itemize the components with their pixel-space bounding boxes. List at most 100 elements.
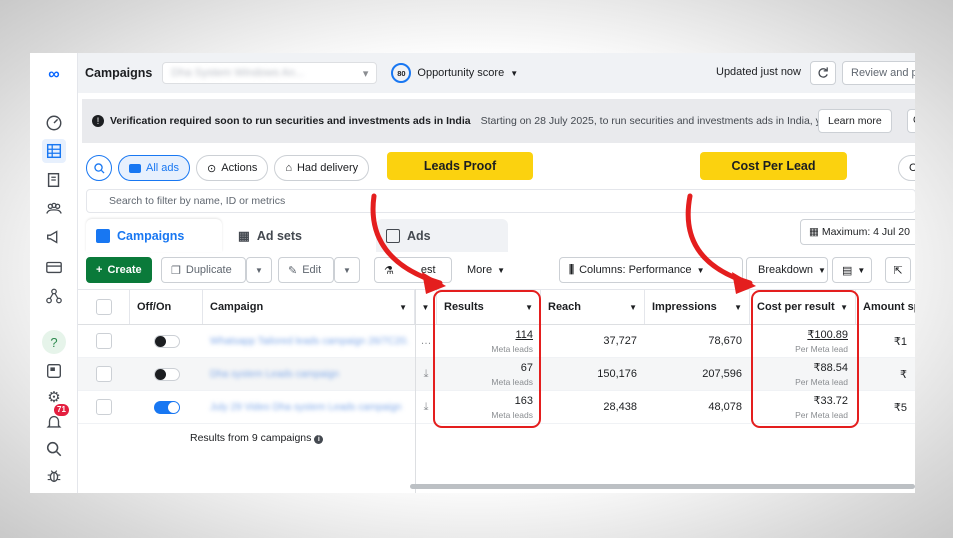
duplicate-dropdown[interactable]: ▼ [246, 257, 272, 283]
edit-label: Edit [302, 264, 322, 276]
impressions-cell: 207,596 [645, 358, 750, 390]
campaign-name-link[interactable]: Whatsapp Tailored leads campaign 26/7C20… [210, 336, 408, 347]
impressions-cell: 48,078 [645, 391, 750, 423]
off-on-header-label: Off/On [137, 301, 172, 313]
filter-overflow-button[interactable]: C [898, 155, 915, 181]
report-icon: ▤ [842, 264, 853, 277]
chevron-down-icon: ▼ [399, 302, 407, 312]
opportunity-score-label: Opportunity score [417, 67, 505, 79]
banner-extra-button[interactable]: C [907, 109, 915, 133]
horizontal-scrollbar[interactable] [410, 484, 915, 489]
tab-ad-sets-label: Ad sets [256, 228, 302, 243]
row-toggle-cell [130, 358, 203, 390]
select-all-cell [78, 290, 130, 324]
chevron-down-icon: ▼ [734, 302, 742, 312]
export-icon: ⇱ [893, 264, 903, 277]
search-input[interactable]: Search to filter by name, ID or metrics [86, 189, 915, 213]
table-footer: Results from 9 campaigns i [190, 432, 324, 444]
reports-dropdown[interactable]: ▤ ▼ [832, 257, 872, 283]
meta-logo-icon[interactable]: ∞ [42, 63, 66, 87]
notification-count-badge: 71 [54, 404, 69, 416]
reach-header[interactable]: Reach ▼ [541, 290, 645, 324]
leads-proof-arrow-icon [370, 193, 446, 294]
amount-spent-cell: ₹ [856, 358, 915, 390]
calendar-icon: ▦ [809, 226, 822, 238]
reach-header-label: Reach [548, 301, 582, 313]
create-label: Create [107, 264, 142, 276]
reach-value: 28,438 [603, 401, 637, 413]
row-checkbox[interactable] [96, 399, 112, 415]
audiences-icon[interactable] [42, 197, 66, 221]
had-delivery-filter[interactable]: ⌂ Had delivery [274, 155, 370, 181]
row-checkbox[interactable] [96, 366, 112, 382]
account-selector[interactable]: Dha System Windows An... ▾ [162, 62, 378, 84]
amount-spent-header-label: Amount spe [863, 301, 915, 313]
actions-filter[interactable]: ⊙ Actions [196, 155, 269, 181]
opportunity-score[interactable]: 80 Opportunity score ▼ [391, 63, 518, 83]
edit-button[interactable]: ✎ Edit [278, 257, 334, 283]
cost-per-lead-arrow-icon [685, 193, 756, 294]
all-ads-filter[interactable]: All ads [118, 155, 191, 181]
select-all-checkbox[interactable] [95, 299, 112, 315]
more-button[interactable]: More ▼ [458, 257, 514, 283]
folder-icon [129, 163, 141, 173]
edit-dropdown[interactable]: ▼ [334, 257, 360, 283]
amount-spent-value: ₹1 [893, 335, 907, 348]
tab-campaigns[interactable]: Campaigns [86, 219, 222, 252]
pencil-icon: ✎ [288, 264, 298, 277]
search-filter-button[interactable] [86, 155, 112, 181]
banner-title: Verification required soon to run securi… [110, 115, 471, 127]
campaign-name-link[interactable]: Dha system Leads campaign [210, 369, 339, 380]
dashboard-icon[interactable] [42, 111, 66, 135]
filter-bar: All ads ⊙ Actions ⌂ Had delivery [86, 155, 370, 181]
row-checkbox[interactable] [96, 333, 112, 349]
refresh-icon [818, 67, 828, 78]
impressions-value: 48,078 [708, 401, 742, 413]
create-button[interactable]: + Create [86, 257, 152, 283]
notifications-bell-icon[interactable]: 71 [42, 404, 69, 434]
campaign-toggle[interactable] [153, 400, 180, 414]
date-range-picker[interactable]: ▦ Maximum: 4 Jul 20 [800, 219, 915, 245]
account-chevron-icon: ▾ [362, 67, 369, 80]
learn-more-button[interactable]: Learn more [818, 109, 892, 133]
billing-card-icon[interactable] [42, 255, 66, 279]
campaign-toggle[interactable] [153, 367, 180, 381]
search-icon[interactable] [42, 437, 66, 461]
export-button[interactable]: ⇱ [885, 257, 911, 283]
impressions-cell: 78,670 [645, 325, 750, 357]
warning-icon: ! [92, 115, 104, 127]
more-dots-icon: ⤓ [423, 367, 429, 380]
amount-spent-cell: ₹5 [856, 391, 915, 423]
results-highlight-box [433, 290, 541, 428]
chevron-down-icon: ▼ [510, 68, 519, 78]
amount-spent-header[interactable]: Amount spe [856, 290, 915, 324]
chevron-down-icon: ▼ [421, 302, 430, 312]
amount-spent-value: ₹ [900, 368, 907, 381]
duplicate-button[interactable]: ❐ Duplicate [161, 257, 246, 283]
review-and-publish-button[interactable]: Review and p [842, 61, 915, 85]
chevron-down-icon: ▼ [629, 302, 637, 312]
tab-ad-sets[interactable]: ▦ Ad sets [228, 219, 364, 252]
campaign-name-cell: July 29 Video Dha system Leads campaign [203, 391, 415, 423]
more-dots-icon: … [420, 335, 432, 347]
campaign-name-link[interactable]: July 29 Video Dha system Leads campaign [210, 402, 402, 413]
info-icon[interactable]: i [314, 435, 324, 444]
had-delivery-label: Had delivery [296, 162, 359, 174]
campaign-toggle[interactable] [153, 334, 180, 348]
business-tools-icon[interactable] [42, 284, 66, 308]
plus-icon: + [96, 264, 103, 276]
bug-report-icon[interactable] [42, 464, 66, 488]
help-icon[interactable]: ? [42, 330, 66, 354]
pages-icon[interactable] [42, 168, 66, 192]
opportunity-score-gauge-icon: 80 [391, 63, 412, 83]
megaphone-icon[interactable] [42, 225, 66, 249]
chevron-down-icon: ▼ [497, 265, 505, 275]
reports-icon[interactable] [42, 359, 66, 383]
refresh-button[interactable] [810, 61, 836, 85]
campaigns-table-icon[interactable] [42, 139, 66, 163]
results-summary: Results from 9 campaigns [190, 432, 312, 444]
campaign-name-cell: Whatsapp Tailored leads campaign 26/7C20… [203, 325, 415, 357]
filter-overflow-label: C [909, 162, 915, 174]
more-label: More [467, 264, 493, 276]
chevron-down-icon: ▼ [818, 265, 826, 275]
